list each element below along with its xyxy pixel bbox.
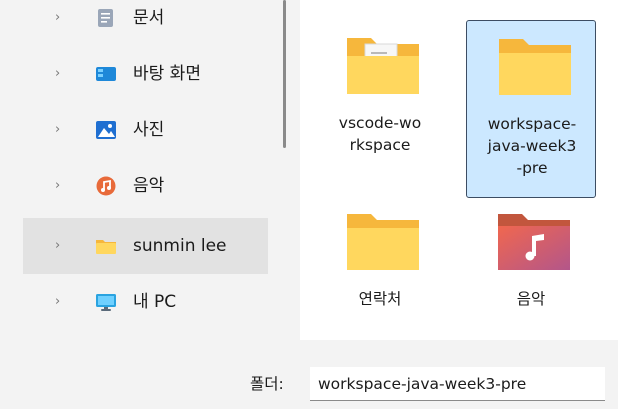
sidebar-item-label: 사진 [133, 120, 165, 140]
music-folder-icon [496, 206, 572, 272]
file-item-workspace-java-week3-pre[interactable]: workspace- java-week3 -pre [466, 20, 596, 198]
chevron-right-icon[interactable]: › [55, 292, 65, 312]
folder-icon [345, 206, 421, 272]
desktop-icon [95, 64, 117, 84]
file-list-view: vscode-wo rkspace workspace- java-week3 … [300, 0, 618, 340]
dialog-footer: 폴더: [0, 340, 618, 409]
chevron-right-icon[interactable]: › [55, 176, 65, 196]
chevron-right-icon[interactable]: › [55, 64, 65, 84]
chevron-right-icon[interactable]: › [55, 8, 65, 28]
file-name-line: rkspace [349, 136, 411, 154]
sidebar-item-label: 음악 [133, 176, 165, 196]
file-name-line: -pre [516, 159, 548, 177]
file-name-line: 음악 [516, 290, 546, 308]
sidebar-item-desktop[interactable]: › 바탕 화면 [23, 46, 268, 102]
sidebar-item-label: 내 PC [133, 292, 177, 312]
pane-splitter[interactable] [283, 0, 286, 148]
this-pc-icon [95, 292, 117, 312]
sidebar-item-label: 문서 [133, 8, 165, 28]
folder-icon [497, 31, 573, 97]
sidebar-item-label: sunmin lee [133, 236, 227, 256]
file-name-line: workspace- [487, 115, 577, 133]
file-item-vscode-workspace[interactable]: vscode-wo rkspace [315, 20, 445, 198]
sidebar-item-this-pc[interactable]: › 내 PC [23, 274, 268, 330]
pictures-icon [95, 120, 117, 140]
sidebar-item-pictures[interactable]: › 사진 [23, 102, 268, 158]
folder-label: 폴더: [250, 375, 284, 393]
navigation-pane: › 문서 › 바탕 화면 › 사진 › 음악 › sunmin lee › 내 … [0, 0, 286, 340]
file-name-line: vscode-wo [338, 114, 422, 132]
chevron-right-icon[interactable]: › [55, 236, 65, 256]
sidebar-item-documents[interactable]: › 문서 [23, 0, 268, 46]
music-icon [95, 176, 117, 196]
sidebar-item-label: 바탕 화면 [133, 64, 201, 84]
folder-name-input[interactable] [310, 367, 605, 401]
sidebar-item-music[interactable]: › 음악 [23, 158, 268, 214]
folder-with-document-icon [345, 30, 421, 96]
chevron-right-icon[interactable]: › [55, 120, 65, 140]
documents-icon [95, 8, 117, 28]
user-folder-icon [95, 236, 117, 256]
sidebar-item-user-folder[interactable]: › sunmin lee [23, 218, 268, 274]
file-name-line: 연락처 [358, 290, 402, 308]
file-name-line: java-week3 [487, 137, 577, 155]
